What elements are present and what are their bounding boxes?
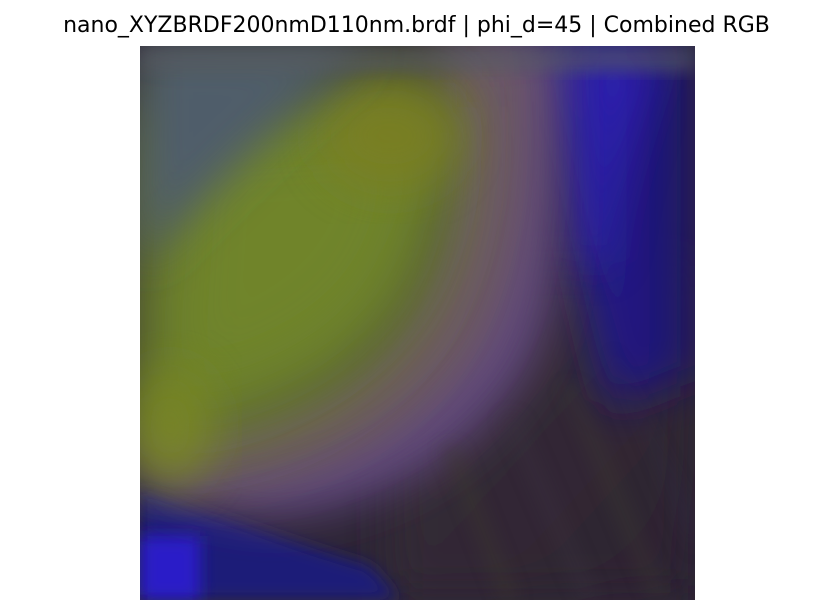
bright-blue-corner — [140, 536, 200, 600]
yellow-highlight-top — [320, 81, 460, 191]
top-gray-strip — [140, 46, 695, 72]
brdf-image-svg — [140, 46, 695, 600]
brdf-image — [140, 46, 695, 600]
figure-title: nano_XYZBRDF200nmD110nm.brdf | phi_d=45 … — [63, 13, 770, 38]
